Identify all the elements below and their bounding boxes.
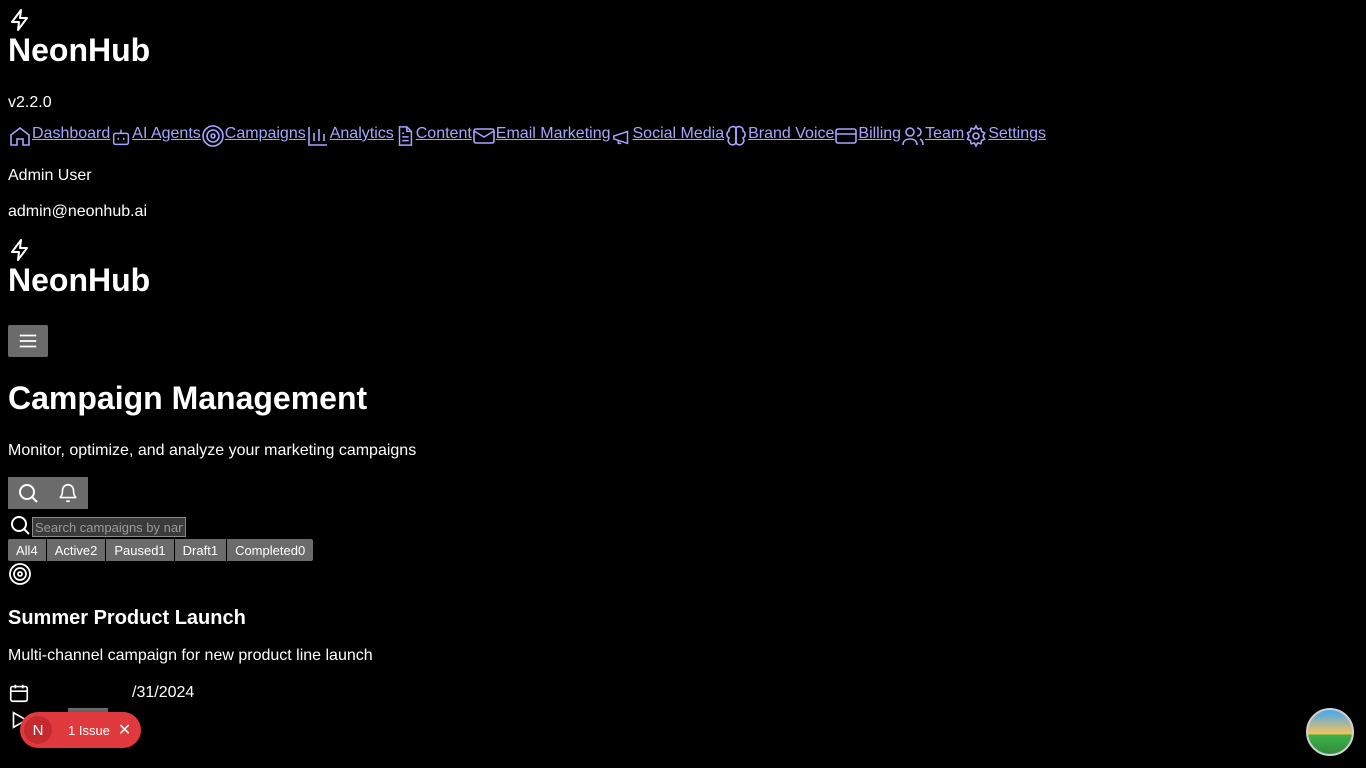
filter-draft[interactable]: Draft1 — [174, 539, 228, 561]
version-label: v2.2.0 — [8, 94, 52, 111]
search-icon — [8, 513, 32, 537]
brain-icon — [724, 124, 748, 148]
nav-ai-agents[interactable]: AI Agents — [110, 120, 201, 148]
nav-billing[interactable]: Billing — [834, 120, 901, 148]
nav-campaigns[interactable]: Campaigns — [201, 120, 306, 148]
campaign-date-text: /31/2024 — [132, 684, 195, 701]
search-button[interactable] — [8, 477, 48, 509]
gear-icon — [964, 124, 988, 148]
campaign-actions — [8, 705, 1358, 735]
filter-completed[interactable]: Completed0 — [227, 539, 314, 561]
lightning-icon — [8, 8, 32, 32]
nav-settings[interactable]: Settings — [964, 120, 1046, 148]
search-icon — [16, 481, 40, 505]
bell-icon — [57, 482, 79, 504]
nav-analytics[interactable]: Analytics — [306, 120, 394, 148]
filter-paused[interactable]: Paused1 — [106, 539, 175, 561]
campaign-date: /31/2024 — [8, 681, 1358, 705]
filter-active[interactable]: Active2 — [46, 539, 107, 561]
calendar-icon — [8, 682, 30, 704]
document-icon — [394, 124, 416, 148]
issue-badge-label: 1 Issue — [68, 722, 110, 738]
users-icon — [901, 124, 925, 148]
hamburger-icon — [17, 330, 39, 352]
header-brand: NeonHub — [8, 262, 151, 298]
home-icon — [8, 124, 32, 148]
search-input[interactable] — [32, 517, 186, 537]
target-icon — [201, 124, 225, 148]
nav-content[interactable]: Content — [394, 120, 472, 148]
avatar[interactable] — [1306, 708, 1354, 756]
issue-badge-initial: N — [24, 716, 52, 744]
header-actions — [8, 477, 1358, 509]
credit-card-icon — [834, 124, 858, 148]
menu-button[interactable] — [8, 325, 48, 357]
nav-team[interactable]: Team — [901, 120, 964, 148]
notifications-button[interactable] — [48, 477, 88, 509]
campaign-description: Multi-channel campaign for new product l… — [8, 647, 373, 664]
sidebar-nav: Dashboard AI Agents Campaigns Analytics … — [8, 120, 1358, 148]
page-subtitle: Monitor, optimize, and analyze your mark… — [8, 442, 417, 459]
mail-icon — [472, 124, 496, 148]
lightning-icon — [8, 238, 32, 262]
filter-all[interactable]: All4 — [8, 539, 47, 561]
nav-brand-voice[interactable]: Brand Voice — [724, 120, 834, 148]
status-filters: All4 Active2 Paused1 Draft1 Completed0 — [8, 539, 1358, 561]
nav-email-marketing[interactable]: Email Marketing — [472, 120, 611, 148]
nav-social-media[interactable]: Social Media — [611, 120, 724, 148]
bar-chart-icon — [306, 124, 330, 148]
megaphone-icon — [611, 126, 633, 148]
close-icon[interactable]: ✕ — [118, 720, 131, 740]
user-email: admin@neonhub.ai — [8, 203, 148, 220]
target-icon — [8, 562, 32, 586]
page-title: Campaign Management — [8, 380, 368, 416]
campaign-name: Summer Product Launch — [8, 607, 246, 629]
nav-dashboard[interactable]: Dashboard — [8, 120, 110, 148]
campaign-search — [8, 513, 1358, 537]
bot-icon — [110, 126, 132, 148]
user-name: Admin User — [8, 167, 92, 184]
issue-badge[interactable]: N 1 Issue ✕ — [20, 712, 142, 748]
sidebar-brand: NeonHub — [8, 32, 151, 68]
